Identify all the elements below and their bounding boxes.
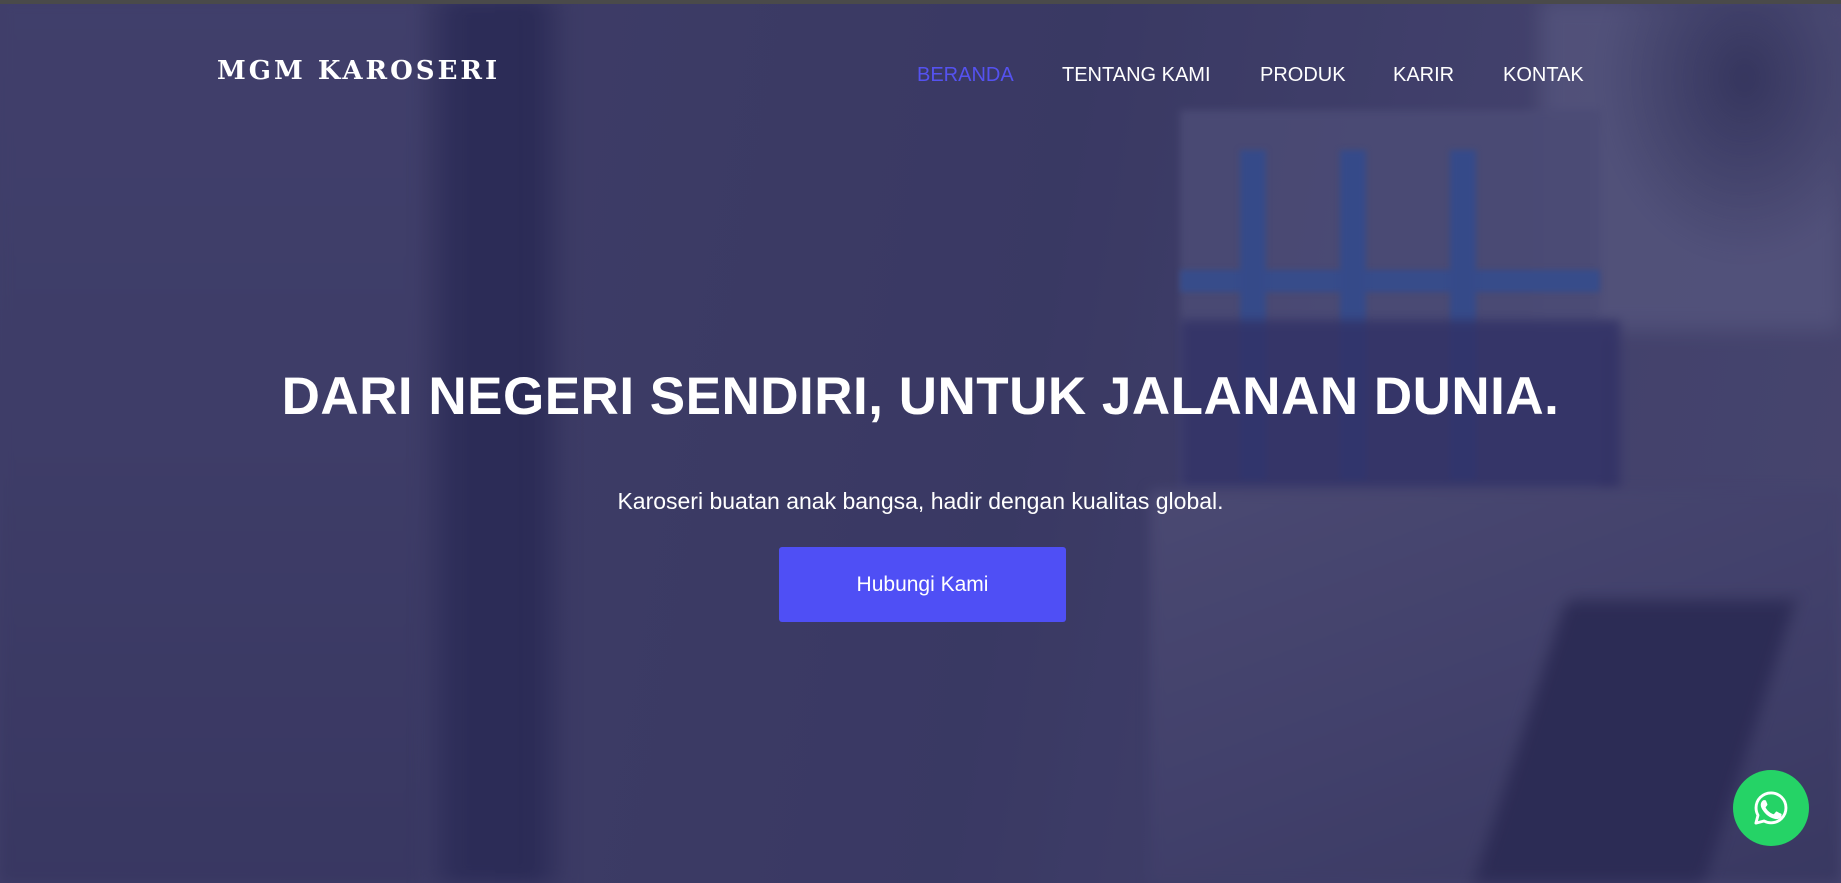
whatsapp-icon — [1754, 791, 1788, 825]
site-logo[interactable]: MGM KAROSERI — [217, 56, 500, 86]
hero-headline: DARI NEGERI SENDIRI, UNTUK JALANAN DUNIA… — [281, 367, 1560, 426]
hero-overlay — [0, 0, 1841, 883]
whatsapp-button[interactable] — [1733, 770, 1809, 846]
hero-subheadline: Karoseri buatan anak bangsa, hadir denga… — [617, 488, 1224, 514]
nav-item-beranda[interactable]: BERANDA — [917, 64, 1014, 87]
nav-item-tentang-kami[interactable]: TENTANG KAMI — [1062, 64, 1211, 87]
top-border — [0, 0, 1841, 4]
nav-item-produk[interactable]: PRODUK — [1260, 64, 1346, 87]
contact-us-button[interactable]: Hubungi Kami — [779, 547, 1066, 622]
nav-item-karir[interactable]: KARIR — [1393, 64, 1454, 87]
hero-section: MGM KAROSERI BERANDA TENTANG KAMI PRODUK… — [0, 0, 1841, 883]
nav-item-kontak[interactable]: KONTAK — [1503, 64, 1584, 87]
